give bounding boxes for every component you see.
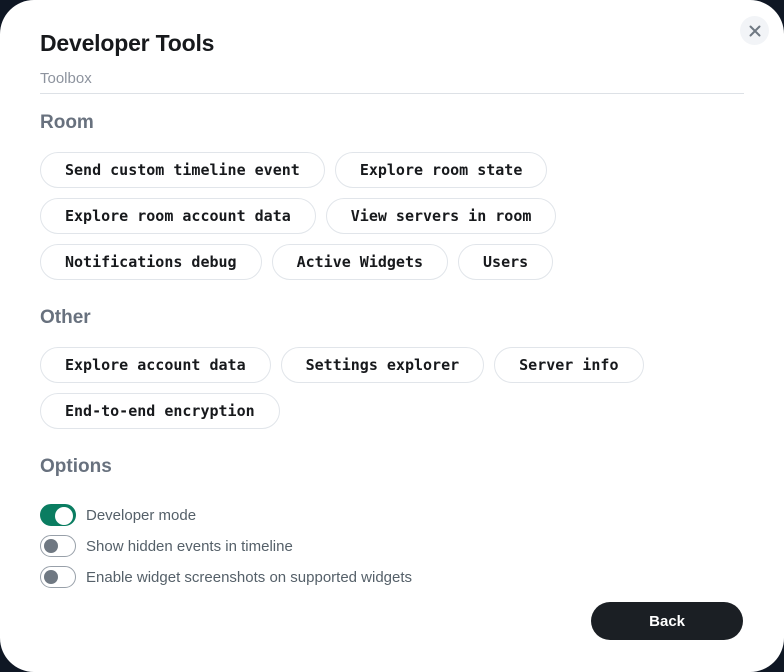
- toggle-ball: [44, 539, 58, 553]
- toggle-developer-mode[interactable]: [40, 504, 76, 526]
- section-heading-room: Room: [40, 112, 744, 134]
- button-explore-room-state[interactable]: Explore room state: [335, 152, 548, 188]
- toggle-ball: [44, 570, 58, 584]
- section-heading-options: Options: [40, 456, 744, 478]
- button-end-to-end-encryption[interactable]: End-to-end encryption: [40, 393, 280, 429]
- option-row-show-hidden-events: Show hidden events in timeline: [40, 535, 744, 557]
- toggle-show-hidden-events[interactable]: [40, 535, 76, 557]
- toggle-widget-screenshots[interactable]: [40, 566, 76, 588]
- room-button-group: Send custom timeline event Explore room …: [40, 152, 744, 280]
- developer-tools-dialog: Developer Tools Toolbox Room Send custom…: [0, 0, 784, 672]
- button-send-custom-timeline-event[interactable]: Send custom timeline event: [40, 152, 325, 188]
- toggle-ball: [55, 507, 73, 525]
- close-button[interactable]: [740, 16, 769, 45]
- button-view-servers-in-room[interactable]: View servers in room: [326, 198, 557, 234]
- button-server-info[interactable]: Server info: [494, 347, 643, 383]
- button-settings-explorer[interactable]: Settings explorer: [281, 347, 485, 383]
- dialog-subtitle: Toolbox: [40, 70, 744, 94]
- button-notifications-debug[interactable]: Notifications debug: [40, 244, 262, 280]
- back-button[interactable]: Back: [591, 602, 743, 640]
- button-active-widgets[interactable]: Active Widgets: [272, 244, 448, 280]
- option-row-widget-screenshots: Enable widget screenshots on supported w…: [40, 566, 744, 588]
- section-heading-other: Other: [40, 307, 744, 329]
- close-icon: [748, 24, 762, 38]
- option-row-developer-mode: Developer mode: [40, 504, 744, 526]
- dialog-title: Developer Tools: [40, 30, 744, 56]
- dialog-header: Developer Tools Toolbox: [0, 0, 784, 94]
- toggle-label-show-hidden-events: Show hidden events in timeline: [86, 538, 293, 555]
- button-explore-account-data[interactable]: Explore account data: [40, 347, 271, 383]
- dialog-footer: Back: [0, 588, 784, 672]
- toggle-label-widget-screenshots: Enable widget screenshots on supported w…: [86, 569, 412, 586]
- other-button-group: Explore account data Settings explorer S…: [40, 347, 744, 429]
- button-explore-room-account-data[interactable]: Explore room account data: [40, 198, 316, 234]
- dialog-content: Room Send custom timeline event Explore …: [0, 94, 784, 588]
- toggle-label-developer-mode: Developer mode: [86, 507, 196, 524]
- button-users[interactable]: Users: [458, 244, 553, 280]
